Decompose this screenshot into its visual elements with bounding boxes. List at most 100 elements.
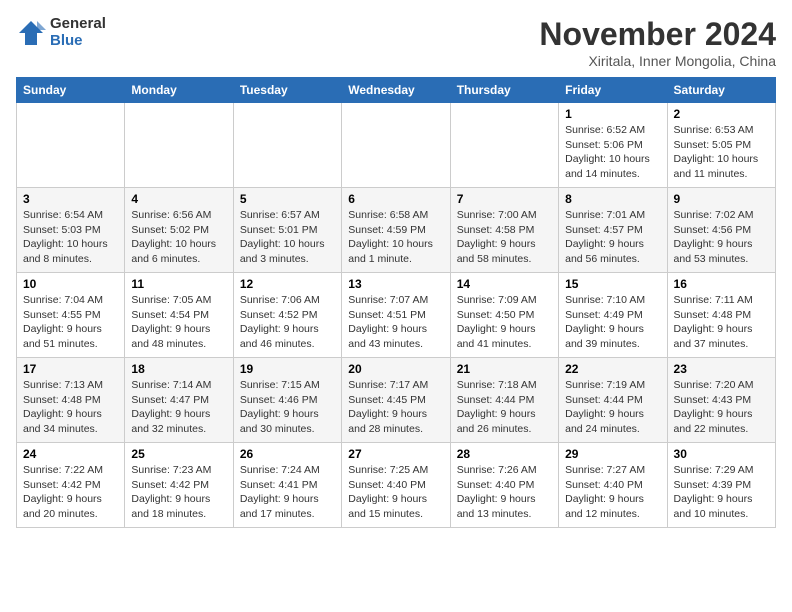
day-number: 10 <box>23 277 118 291</box>
day-cell: 3 Sunrise: 6:54 AM Sunset: 5:03 PM Daylig… <box>17 188 125 273</box>
day-cell: 20Sunrise: 7:17 AM Sunset: 4:45 PM Dayli… <box>342 358 450 443</box>
day-info: Sunrise: 6:58 AM Sunset: 4:59 PM Dayligh… <box>348 209 433 265</box>
day-number: 29 <box>565 447 660 461</box>
day-number: 11 <box>131 277 226 291</box>
day-info: Sunrise: 7:13 AM Sunset: 4:48 PM Dayligh… <box>23 379 103 435</box>
day-cell: 24 Sunrise: 7:22 AM Sunset: 4:42 PM Dayli… <box>17 443 125 528</box>
day-number: 23 <box>674 362 769 376</box>
day-number: 14 <box>457 277 552 291</box>
day-cell: 13 Sunrise: 7:07 AM Sunset: 4:51 PM Dayli… <box>342 273 450 358</box>
day-info: Sunrise: 7:02 AM Sunset: 4:56 PM Dayligh… <box>674 209 754 265</box>
day-cell: 15 Sunrise: 7:10 AM Sunset: 4:49 PM Dayli… <box>559 273 667 358</box>
day-info: Sunrise: 7:10 AM Sunset: 4:49 PM Dayligh… <box>565 294 645 350</box>
day-cell: 1 Sunrise: 6:52 AM Sunset: 5:06 PM Daylig… <box>559 103 667 188</box>
day-number: 1 <box>565 107 660 121</box>
day-cell: 6Sunrise: 6:58 AM Sunset: 4:59 PM Daylig… <box>342 188 450 273</box>
day-cell: 23Sunrise: 7:20 AM Sunset: 4:43 PM Dayli… <box>667 358 775 443</box>
week-row-1: 1 Sunrise: 6:52 AM Sunset: 5:06 PM Daylig… <box>17 103 776 188</box>
day-number: 27 <box>348 447 443 461</box>
day-cell: 25 Sunrise: 7:23 AM Sunset: 4:42 PM Dayli… <box>125 443 233 528</box>
day-number: 16 <box>674 277 769 291</box>
day-number: 28 <box>457 447 552 461</box>
day-info: Sunrise: 6:53 AM Sunset: 5:05 PM Dayligh… <box>674 124 759 180</box>
logo-icon <box>16 18 46 48</box>
day-info: Sunrise: 7:17 AM Sunset: 4:45 PM Dayligh… <box>348 379 428 435</box>
column-header-thursday: Thursday <box>450 78 558 103</box>
day-cell: 11 Sunrise: 7:05 AM Sunset: 4:54 PM Dayli… <box>125 273 233 358</box>
day-cell: 29Sunrise: 7:27 AM Sunset: 4:40 PM Dayli… <box>559 443 667 528</box>
column-header-tuesday: Tuesday <box>233 78 341 103</box>
day-cell: 7 Sunrise: 7:00 AM Sunset: 4:58 PM Daylig… <box>450 188 558 273</box>
day-cell: 10 Sunrise: 7:04 AM Sunset: 4:55 PM Dayli… <box>17 273 125 358</box>
day-info: Sunrise: 6:56 AM Sunset: 5:02 PM Dayligh… <box>131 209 216 265</box>
day-cell: 28 Sunrise: 7:26 AM Sunset: 4:40 PM Dayli… <box>450 443 558 528</box>
day-cell: 2Sunrise: 6:53 AM Sunset: 5:05 PM Daylig… <box>667 103 775 188</box>
week-row-2: 3 Sunrise: 6:54 AM Sunset: 5:03 PM Daylig… <box>17 188 776 273</box>
day-cell: 14 Sunrise: 7:09 AM Sunset: 4:50 PM Dayli… <box>450 273 558 358</box>
day-cell: 17 Sunrise: 7:13 AM Sunset: 4:48 PM Dayli… <box>17 358 125 443</box>
day-number: 3 <box>23 192 118 206</box>
day-cell: 19Sunrise: 7:15 AM Sunset: 4:46 PM Dayli… <box>233 358 341 443</box>
day-cell <box>450 103 558 188</box>
day-info: Sunrise: 7:29 AM Sunset: 4:39 PM Dayligh… <box>674 464 754 520</box>
day-number: 25 <box>131 447 226 461</box>
day-cell: 21 Sunrise: 7:18 AM Sunset: 4:44 PM Dayli… <box>450 358 558 443</box>
day-info: Sunrise: 6:54 AM Sunset: 5:03 PM Dayligh… <box>23 209 108 265</box>
day-info: Sunrise: 7:01 AM Sunset: 4:57 PM Dayligh… <box>565 209 645 265</box>
location-title: Xiritala, Inner Mongolia, China <box>539 53 776 69</box>
day-number: 7 <box>457 192 552 206</box>
day-number: 9 <box>674 192 769 206</box>
day-info: Sunrise: 7:07 AM Sunset: 4:51 PM Dayligh… <box>348 294 428 350</box>
day-cell <box>125 103 233 188</box>
day-info: Sunrise: 7:23 AM Sunset: 4:42 PM Dayligh… <box>131 464 211 520</box>
day-info: Sunrise: 7:26 AM Sunset: 4:40 PM Dayligh… <box>457 464 537 520</box>
column-header-friday: Friday <box>559 78 667 103</box>
day-info: Sunrise: 7:04 AM Sunset: 4:55 PM Dayligh… <box>23 294 103 350</box>
logo: General Blue <box>16 16 106 49</box>
day-cell: 22 Sunrise: 7:19 AM Sunset: 4:44 PM Dayli… <box>559 358 667 443</box>
logo-blue-text: Blue <box>50 33 106 50</box>
day-number: 15 <box>565 277 660 291</box>
day-cell <box>233 103 341 188</box>
calendar-table: SundayMondayTuesdayWednesdayThursdayFrid… <box>16 77 776 528</box>
day-number: 13 <box>348 277 443 291</box>
day-number: 5 <box>240 192 335 206</box>
day-info: Sunrise: 7:25 AM Sunset: 4:40 PM Dayligh… <box>348 464 428 520</box>
day-info: Sunrise: 7:22 AM Sunset: 4:42 PM Dayligh… <box>23 464 103 520</box>
title-area: November 2024 Xiritala, Inner Mongolia, … <box>539 16 776 69</box>
day-number: 22 <box>565 362 660 376</box>
day-info: Sunrise: 7:05 AM Sunset: 4:54 PM Dayligh… <box>131 294 211 350</box>
day-cell: 27 Sunrise: 7:25 AM Sunset: 4:40 PM Dayli… <box>342 443 450 528</box>
header-row: SundayMondayTuesdayWednesdayThursdayFrid… <box>17 78 776 103</box>
day-number: 26 <box>240 447 335 461</box>
day-number: 21 <box>457 362 552 376</box>
day-info: Sunrise: 7:15 AM Sunset: 4:46 PM Dayligh… <box>240 379 320 435</box>
column-header-wednesday: Wednesday <box>342 78 450 103</box>
day-info: Sunrise: 7:06 AM Sunset: 4:52 PM Dayligh… <box>240 294 320 350</box>
day-cell: 4 Sunrise: 6:56 AM Sunset: 5:02 PM Daylig… <box>125 188 233 273</box>
week-row-3: 10 Sunrise: 7:04 AM Sunset: 4:55 PM Dayli… <box>17 273 776 358</box>
day-number: 4 <box>131 192 226 206</box>
day-number: 30 <box>674 447 769 461</box>
day-cell: 8Sunrise: 7:01 AM Sunset: 4:57 PM Daylig… <box>559 188 667 273</box>
day-info: Sunrise: 7:09 AM Sunset: 4:50 PM Dayligh… <box>457 294 537 350</box>
day-info: Sunrise: 7:14 AM Sunset: 4:47 PM Dayligh… <box>131 379 211 435</box>
day-info: Sunrise: 7:00 AM Sunset: 4:58 PM Dayligh… <box>457 209 537 265</box>
day-info: Sunrise: 7:19 AM Sunset: 4:44 PM Dayligh… <box>565 379 645 435</box>
month-title: November 2024 <box>539 16 776 53</box>
day-number: 12 <box>240 277 335 291</box>
day-number: 17 <box>23 362 118 376</box>
day-cell: 12 Sunrise: 7:06 AM Sunset: 4:52 PM Dayli… <box>233 273 341 358</box>
day-info: Sunrise: 7:11 AM Sunset: 4:48 PM Dayligh… <box>674 294 753 350</box>
day-info: Sunrise: 7:18 AM Sunset: 4:44 PM Dayligh… <box>457 379 537 435</box>
logo-general-text: General <box>50 16 106 33</box>
day-cell <box>17 103 125 188</box>
column-header-saturday: Saturday <box>667 78 775 103</box>
week-row-5: 24 Sunrise: 7:22 AM Sunset: 4:42 PM Dayli… <box>17 443 776 528</box>
day-number: 24 <box>23 447 118 461</box>
day-info: Sunrise: 7:24 AM Sunset: 4:41 PM Dayligh… <box>240 464 320 520</box>
day-cell: 26 Sunrise: 7:24 AM Sunset: 4:41 PM Dayli… <box>233 443 341 528</box>
day-info: Sunrise: 6:52 AM Sunset: 5:06 PM Dayligh… <box>565 124 650 180</box>
column-header-monday: Monday <box>125 78 233 103</box>
day-cell: 30 Sunrise: 7:29 AM Sunset: 4:39 PM Dayli… <box>667 443 775 528</box>
